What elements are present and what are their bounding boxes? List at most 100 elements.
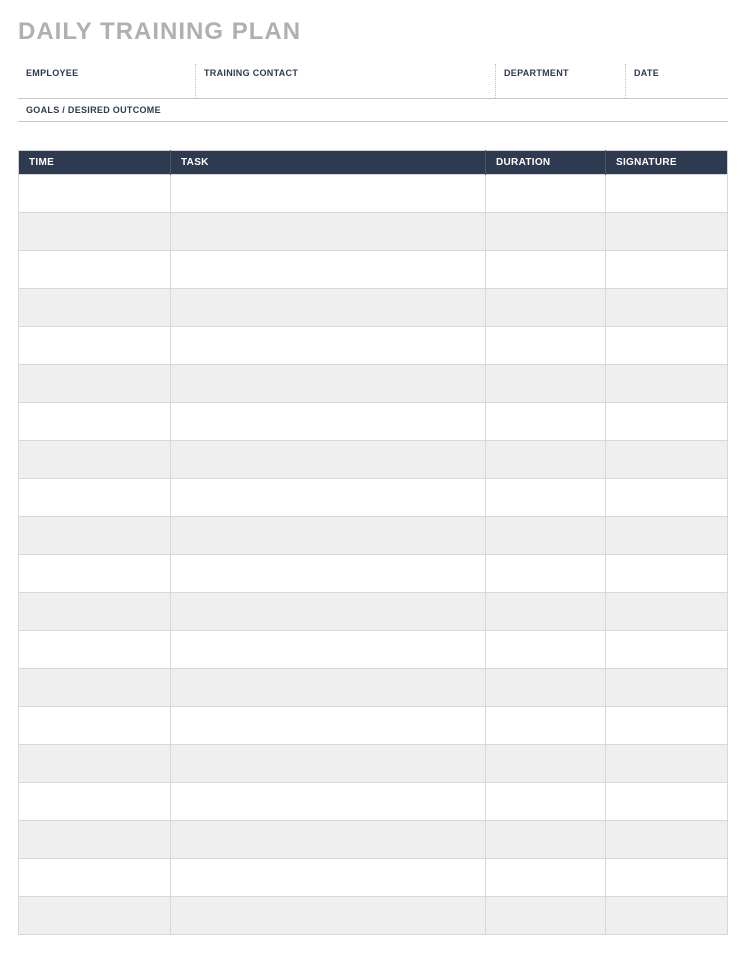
header-signature: SIGNATURE [606,151,728,175]
cell-signature[interactable] [606,213,728,251]
cell-time[interactable] [19,897,171,935]
cell-task[interactable] [171,821,486,859]
cell-signature[interactable] [606,555,728,593]
table-row [19,745,728,783]
cell-task[interactable] [171,365,486,403]
cell-signature[interactable] [606,365,728,403]
cell-task[interactable] [171,251,486,289]
cell-duration[interactable] [486,707,606,745]
cell-task[interactable] [171,213,486,251]
goals-label: GOALS / DESIRED OUTCOME [18,99,728,121]
table-row [19,897,728,935]
cell-task[interactable] [171,783,486,821]
cell-task[interactable] [171,593,486,631]
department-cell: DEPARTMENT [496,64,626,98]
cell-duration[interactable] [486,479,606,517]
cell-duration[interactable] [486,859,606,897]
cell-signature[interactable] [606,403,728,441]
employee-cell: EMPLOYEE [18,64,196,98]
table-header-row: TIME TASK DURATION SIGNATURE [19,151,728,175]
cell-time[interactable] [19,859,171,897]
department-value[interactable] [496,80,625,98]
cell-duration[interactable] [486,251,606,289]
date-value[interactable] [626,80,728,98]
cell-time[interactable] [19,175,171,213]
cell-signature[interactable] [606,593,728,631]
contact-value[interactable] [196,80,495,98]
cell-duration[interactable] [486,631,606,669]
cell-task[interactable] [171,631,486,669]
cell-time[interactable] [19,555,171,593]
table-row [19,441,728,479]
cell-task[interactable] [171,289,486,327]
table-row [19,707,728,745]
cell-task[interactable] [171,745,486,783]
cell-duration[interactable] [486,593,606,631]
cell-signature[interactable] [606,175,728,213]
cell-duration[interactable] [486,365,606,403]
cell-signature[interactable] [606,289,728,327]
cell-task[interactable] [171,403,486,441]
cell-duration[interactable] [486,669,606,707]
cell-time[interactable] [19,593,171,631]
cell-duration[interactable] [486,555,606,593]
cell-task[interactable] [171,517,486,555]
cell-signature[interactable] [606,251,728,289]
table-row [19,631,728,669]
cell-duration[interactable] [486,745,606,783]
cell-signature[interactable] [606,859,728,897]
cell-time[interactable] [19,517,171,555]
cell-signature[interactable] [606,669,728,707]
cell-duration[interactable] [486,403,606,441]
cell-task[interactable] [171,669,486,707]
cell-duration[interactable] [486,441,606,479]
cell-signature[interactable] [606,821,728,859]
cell-duration[interactable] [486,289,606,327]
cell-time[interactable] [19,821,171,859]
cell-time[interactable] [19,783,171,821]
table-row [19,555,728,593]
cell-time[interactable] [19,403,171,441]
cell-time[interactable] [19,707,171,745]
cell-signature[interactable] [606,479,728,517]
cell-duration[interactable] [486,175,606,213]
cell-time[interactable] [19,289,171,327]
cell-time[interactable] [19,631,171,669]
cell-signature[interactable] [606,707,728,745]
info-section: EMPLOYEE TRAINING CONTACT DEPARTMENT DAT… [18,64,728,122]
table-row [19,517,728,555]
cell-duration[interactable] [486,517,606,555]
cell-task[interactable] [171,897,486,935]
cell-task[interactable] [171,479,486,517]
cell-time[interactable] [19,213,171,251]
cell-task[interactable] [171,441,486,479]
cell-time[interactable] [19,669,171,707]
cell-signature[interactable] [606,745,728,783]
cell-time[interactable] [19,479,171,517]
cell-duration[interactable] [486,897,606,935]
table-row [19,403,728,441]
cell-time[interactable] [19,441,171,479]
cell-task[interactable] [171,555,486,593]
date-label: DATE [626,64,728,80]
employee-value[interactable] [18,80,195,98]
cell-task[interactable] [171,859,486,897]
cell-task[interactable] [171,707,486,745]
cell-duration[interactable] [486,213,606,251]
cell-time[interactable] [19,251,171,289]
cell-signature[interactable] [606,783,728,821]
cell-signature[interactable] [606,517,728,555]
cell-signature[interactable] [606,441,728,479]
cell-signature[interactable] [606,631,728,669]
cell-duration[interactable] [486,327,606,365]
cell-signature[interactable] [606,327,728,365]
cell-duration[interactable] [486,783,606,821]
table-row [19,251,728,289]
cell-time[interactable] [19,327,171,365]
cell-time[interactable] [19,365,171,403]
cell-time[interactable] [19,745,171,783]
cell-duration[interactable] [486,821,606,859]
cell-task[interactable] [171,327,486,365]
cell-signature[interactable] [606,897,728,935]
cell-task[interactable] [171,175,486,213]
